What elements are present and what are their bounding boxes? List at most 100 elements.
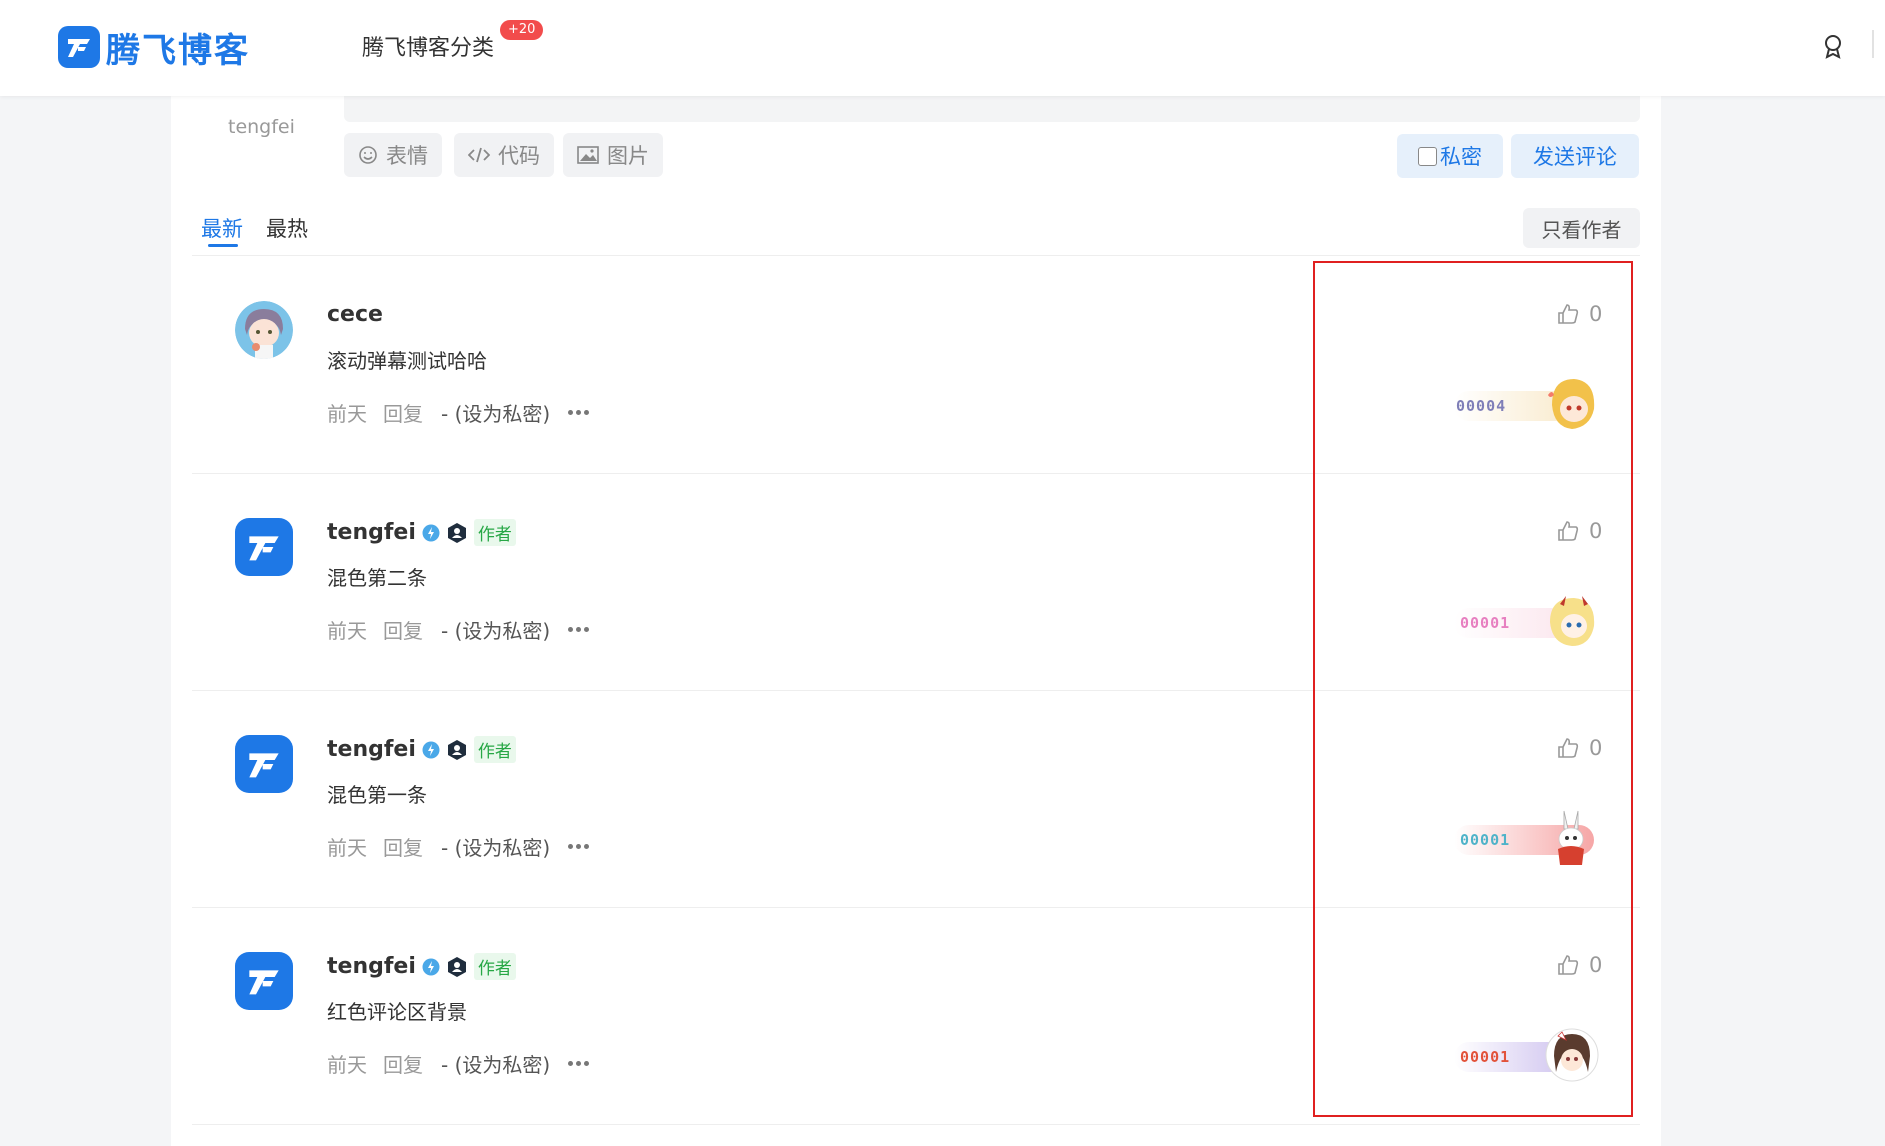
- like-button[interactable]: 0: [1557, 953, 1602, 977]
- author-name[interactable]: tengfei: [327, 954, 416, 979]
- comment-time: 前天: [327, 836, 367, 860]
- private-label: 私密: [1440, 145, 1482, 169]
- send-comment-button[interactable]: 发送评论: [1511, 134, 1639, 178]
- fan-character-icon: [1550, 596, 1595, 646]
- tab-hottest[interactable]: 最热: [266, 213, 308, 243]
- reply-link[interactable]: 回复: [383, 1049, 423, 1078]
- fan-badge-card: 00001: [1454, 809, 1598, 867]
- tengfei-logo-icon: [249, 753, 279, 778]
- fan-badge-card: 00001: [1454, 592, 1598, 650]
- thumbs-up-icon: [1558, 738, 1579, 758]
- more-options-icon[interactable]: [568, 627, 590, 632]
- fan-badge-card: 00004: [1454, 375, 1598, 433]
- code-icon: [468, 147, 490, 163]
- author-tag: 作者: [473, 736, 516, 763]
- more-options-icon[interactable]: [568, 844, 590, 849]
- author-name[interactable]: cece: [327, 302, 383, 327]
- fan-badge-card: 00001: [1454, 1026, 1599, 1084]
- comment-time: 前天: [327, 619, 367, 643]
- image-label: 图片: [607, 144, 649, 168]
- top-divider: [1872, 30, 1874, 58]
- fan-number: 00004: [1456, 397, 1507, 415]
- composer-username: tengfei: [228, 116, 295, 138]
- image-button[interactable]: 图片: [563, 133, 663, 177]
- comment-text: 混色第二条: [327, 566, 427, 590]
- comment-author: tengfei 作者: [327, 953, 516, 980]
- user-avatar[interactable]: [235, 735, 293, 793]
- top-navbar: 腾飞博客 腾飞博客分类 +20: [0, 0, 1885, 96]
- fan-number: 00001: [1460, 614, 1511, 632]
- nav-count-badge: +20: [500, 20, 544, 40]
- active-tab-indicator: [208, 244, 238, 247]
- user-avatar[interactable]: [235, 301, 293, 359]
- comment-text: 混色第一条: [327, 783, 427, 807]
- medal-icon[interactable]: [1821, 33, 1845, 59]
- set-private-link[interactable]: - (设为私密): [441, 1049, 550, 1078]
- comment-meta: 前天 回复 - (设为私密): [327, 615, 590, 644]
- author-tag: 作者: [473, 519, 516, 546]
- private-toggle[interactable]: 私密: [1397, 134, 1503, 178]
- emoji-button[interactable]: 表情: [344, 133, 442, 177]
- fan-character-icon: [1545, 1028, 1599, 1082]
- image-icon: [577, 146, 599, 164]
- reply-link[interactable]: 回复: [383, 832, 423, 861]
- user-avatar[interactable]: [235, 952, 293, 1010]
- comment-meta: 前天 回复 - (设为私密): [327, 832, 590, 861]
- comment-author: tengfei 作者: [327, 519, 516, 546]
- user-avatar[interactable]: [235, 518, 293, 576]
- thumbs-up-icon: [1558, 304, 1579, 324]
- like-count: 0: [1589, 519, 1603, 543]
- comment-text: 滚动弹幕测试哈哈: [327, 349, 487, 373]
- author-name[interactable]: tengfei: [327, 520, 416, 545]
- comment-meta: 前天 回复 - (设为私密): [327, 1049, 590, 1078]
- thumbs-up-icon: [1558, 955, 1579, 975]
- comment-author: tengfei 作者: [327, 736, 516, 763]
- author-tag: 作者: [473, 953, 516, 980]
- only-author-button[interactable]: 只看作者: [1523, 208, 1640, 248]
- comment-time: 前天: [327, 402, 367, 426]
- nav-category-link[interactable]: 腾飞博客分类: [362, 30, 494, 62]
- like-count: 0: [1589, 953, 1603, 977]
- tengfei-logo-icon: [249, 536, 279, 561]
- admin-shield-icon: [447, 956, 466, 977]
- site-logo[interactable]: 腾飞博客: [58, 24, 250, 71]
- comment-textarea[interactable]: [344, 96, 1640, 122]
- smile-icon: [359, 146, 377, 164]
- verified-icon: [422, 524, 440, 541]
- thumbs-up-icon: [1558, 521, 1579, 541]
- comment-item: tengfei 作者 混色第一条 前天 回复 - (设为私密) 0 00001: [192, 690, 1640, 908]
- set-private-link[interactable]: - (设为私密): [441, 832, 550, 861]
- like-count: 0: [1589, 736, 1603, 760]
- reply-link[interactable]: 回复: [383, 398, 423, 427]
- tengfei-logo-icon: [249, 970, 279, 995]
- comment-item: tengfei 作者 混色第二条 前天 回复 - (设为私密) 0 00001: [192, 473, 1640, 691]
- fan-number: 00001: [1460, 1048, 1511, 1066]
- more-options-icon[interactable]: [568, 1061, 590, 1066]
- author-name[interactable]: tengfei: [327, 737, 416, 762]
- like-count: 0: [1589, 302, 1603, 326]
- set-private-link[interactable]: - (设为私密): [441, 398, 550, 427]
- comment-time: 前天: [327, 1053, 367, 1077]
- verified-icon: [422, 958, 440, 975]
- comment-meta: 前天 回复 - (设为私密): [327, 398, 590, 427]
- like-button[interactable]: 0: [1557, 736, 1602, 760]
- reply-link[interactable]: 回复: [383, 615, 423, 644]
- admin-shield-icon: [447, 739, 466, 760]
- like-button[interactable]: 0: [1557, 302, 1602, 326]
- tab-newest[interactable]: 最新: [201, 213, 243, 243]
- comment-author: cece: [327, 302, 383, 327]
- fan-character-icon: [1558, 810, 1584, 865]
- fan-character-icon: [1548, 379, 1595, 429]
- code-label: 代码: [498, 144, 540, 168]
- admin-shield-icon: [447, 522, 466, 543]
- comment-item: cece 滚动弹幕测试哈哈 前天 回复 - (设为私密) 0 00004: [192, 256, 1640, 474]
- comment-section: tengfei 表情 代码 图片 私密 发送评论 最新 最热 只看作者 cece…: [171, 96, 1661, 1146]
- private-checkbox[interactable]: [1418, 146, 1437, 166]
- more-options-icon[interactable]: [568, 410, 590, 415]
- logo-mark-icon: [58, 26, 100, 68]
- set-private-link[interactable]: - (设为私密): [441, 615, 550, 644]
- code-button[interactable]: 代码: [454, 133, 554, 177]
- like-button[interactable]: 0: [1557, 519, 1602, 543]
- emoji-label: 表情: [386, 144, 428, 168]
- verified-icon: [422, 741, 440, 758]
